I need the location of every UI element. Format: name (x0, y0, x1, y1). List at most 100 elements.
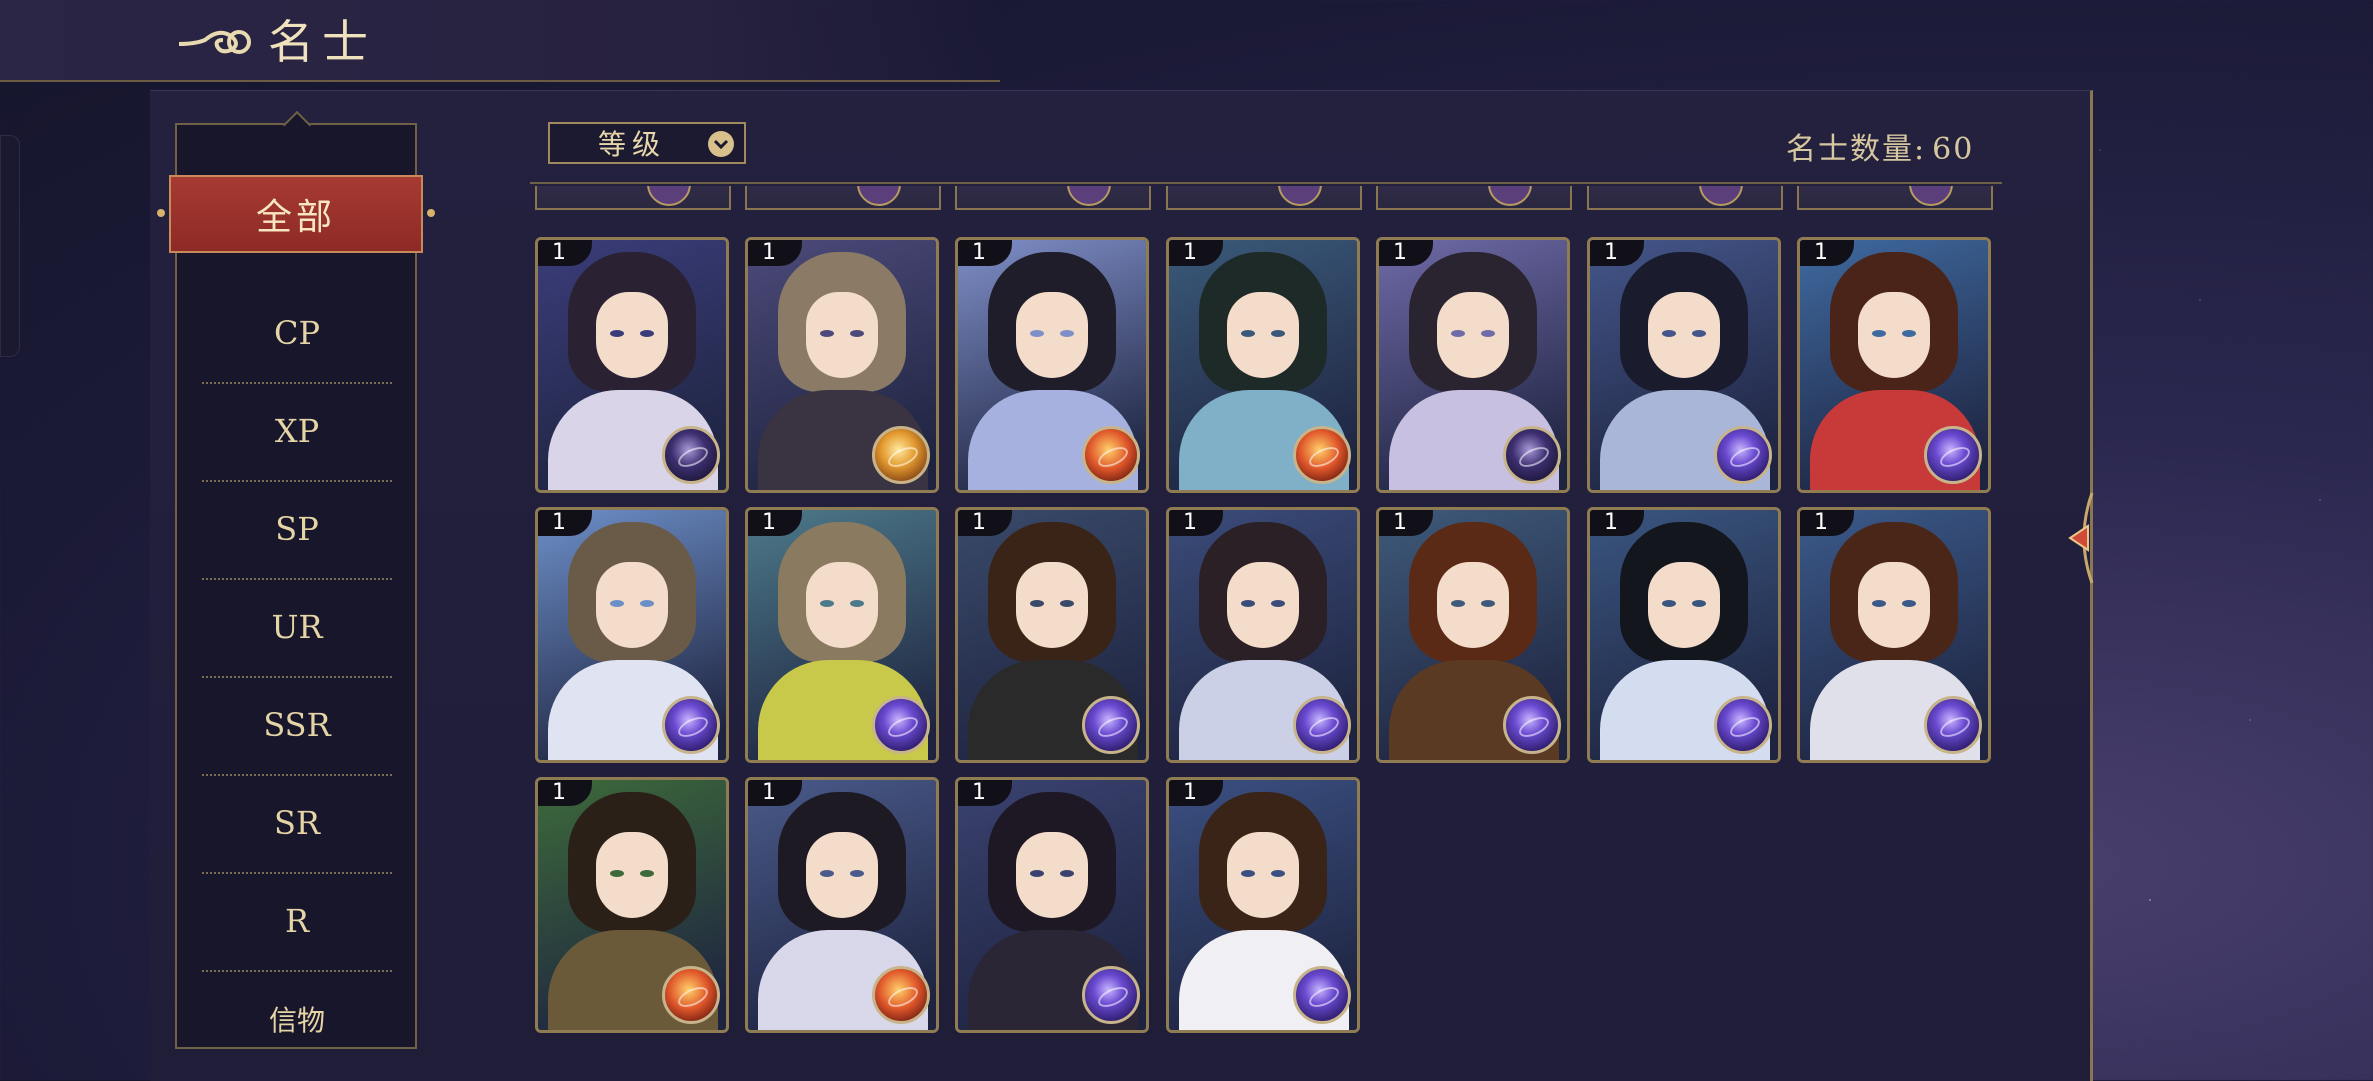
count-value: 60 (1932, 132, 1975, 167)
sort-label: 等级 (598, 128, 667, 161)
character-card[interactable]: 1 (955, 777, 1149, 1033)
character-card[interactable]: 1 (1376, 237, 1570, 493)
sidebar-item-cp[interactable]: CP (202, 284, 392, 384)
partial-card[interactable] (1376, 186, 1572, 210)
character-card[interactable]: 1 (535, 777, 729, 1033)
portrait-eye (1692, 330, 1706, 337)
attribute-orb-icon (662, 426, 720, 484)
sidebar-item-r[interactable]: R (202, 872, 392, 972)
attribute-orb-icon (1082, 966, 1140, 1024)
attribute-orb-icon (1503, 426, 1561, 484)
portrait-eye (1902, 330, 1916, 337)
portrait-face (596, 562, 668, 648)
partial-card[interactable] (745, 186, 941, 210)
portrait-eye (1271, 600, 1285, 607)
character-card[interactable]: 1 (1587, 507, 1781, 763)
portrait-face (1437, 292, 1509, 378)
portrait-face (596, 832, 668, 918)
portrait-eye (1451, 600, 1465, 607)
character-card[interactable]: 1 (1166, 777, 1360, 1033)
portrait-face (1437, 562, 1509, 648)
portrait-face (806, 832, 878, 918)
character-card[interactable]: 1 (1166, 507, 1360, 763)
portrait-face (1858, 562, 1930, 648)
attribute-orb-icon (1714, 696, 1772, 754)
expand-arrow-icon[interactable] (2062, 488, 2102, 588)
portrait-eye (1481, 330, 1495, 337)
attribute-orb-icon (872, 426, 930, 484)
portrait-eye (1060, 600, 1074, 607)
portrait-eye (1030, 600, 1044, 607)
portrait-eye (1662, 600, 1676, 607)
partial-card[interactable] (955, 186, 1151, 210)
portrait-face (1648, 292, 1720, 378)
chevron-down-icon (708, 131, 734, 157)
sidebar-item-all[interactable]: 全部 (157, 175, 435, 253)
portrait-eye (1902, 600, 1916, 607)
cloud-swirl-icon (178, 30, 251, 54)
portrait-eye (610, 330, 624, 337)
character-card[interactable]: 1 (1797, 237, 1991, 493)
character-card[interactable]: 1 (1376, 507, 1570, 763)
sidebar-item-sp[interactable]: SP (202, 480, 392, 580)
attribute-orb-icon (1293, 696, 1351, 754)
character-card[interactable]: 1 (745, 777, 939, 1033)
partial-card[interactable] (535, 186, 731, 210)
portrait-face (1227, 292, 1299, 378)
portrait-eye (1481, 600, 1495, 607)
portrait-eye (1030, 330, 1044, 337)
portrait-face (806, 292, 878, 378)
character-card[interactable]: 1 (1587, 237, 1781, 493)
portrait-eye (640, 870, 654, 877)
sidebar-item-ur[interactable]: UR (202, 578, 392, 678)
partial-card[interactable] (1166, 186, 1362, 210)
character-card[interactable]: 1 (535, 507, 729, 763)
sidebar-item-ssr[interactable]: SSR (202, 676, 392, 776)
page-title: 名士 (268, 15, 376, 69)
attribute-orb-icon (1924, 696, 1982, 754)
character-card[interactable]: 1 (1166, 237, 1360, 493)
portrait-eye (640, 330, 654, 337)
character-card[interactable]: 1 (745, 237, 939, 493)
portrait-face (1016, 832, 1088, 918)
portrait-face (1648, 562, 1720, 648)
attribute-orb-icon (1293, 426, 1351, 484)
character-card[interactable]: 1 (535, 237, 729, 493)
sidebar-item-sr[interactable]: SR (202, 774, 392, 874)
attribute-orb-icon (872, 696, 930, 754)
character-card[interactable]: 1 (745, 507, 939, 763)
portrait-eye (820, 600, 834, 607)
portrait-eye (1872, 600, 1886, 607)
attribute-orb-icon (1293, 966, 1351, 1024)
portrait-eye (1241, 870, 1255, 877)
header-divider (530, 182, 2002, 184)
sort-dropdown[interactable]: 等级 (548, 122, 746, 164)
character-card[interactable]: 1 (955, 237, 1149, 493)
count-label: 名士数量: (1786, 132, 1927, 167)
portrait-eye (1692, 600, 1706, 607)
portrait-eye (1241, 330, 1255, 337)
partial-card[interactable] (1587, 186, 1783, 210)
character-card[interactable]: 1 (955, 507, 1149, 763)
portrait-eye (850, 870, 864, 877)
portrait-eye (1060, 330, 1074, 337)
category-sidebar: 全部 CP XP SP UR SSR SR R 信物 (157, 110, 435, 1049)
portrait-eye (820, 870, 834, 877)
portrait-eye (1451, 330, 1465, 337)
header-bar: 名士 (0, 0, 1000, 82)
sidebar-item-xp[interactable]: XP (202, 382, 392, 482)
portrait-eye (1030, 870, 1044, 877)
portrait-eye (1241, 600, 1255, 607)
portrait-face (806, 562, 878, 648)
character-card[interactable]: 1 (1797, 507, 1991, 763)
portrait-eye (820, 330, 834, 337)
portrait-eye (1872, 330, 1886, 337)
portrait-eye (610, 870, 624, 877)
scrolled-row-partial (535, 186, 1995, 216)
partial-card[interactable] (1797, 186, 1993, 210)
attribute-orb-icon (662, 696, 720, 754)
attribute-orb-icon (1082, 696, 1140, 754)
portrait-face (1227, 832, 1299, 918)
sidebar-item-token[interactable]: 信物 (202, 970, 392, 1068)
portrait-face (1016, 292, 1088, 378)
